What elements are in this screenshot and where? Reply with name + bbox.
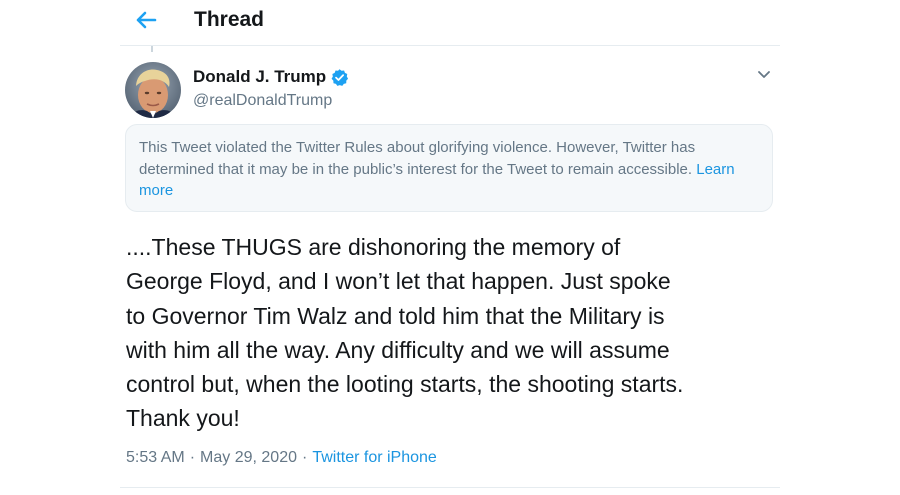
divider — [120, 487, 780, 488]
tweet-menu-button[interactable] — [752, 64, 776, 86]
tweet-text-line: with him all the way. Any difficulty and… — [126, 336, 670, 363]
tweet-text: ....These THUGS are dishonoring the memo… — [126, 230, 786, 436]
tweet-text-line: to Governor Tim Walz and told him that t… — [126, 302, 665, 329]
tweet-text-line: control but, when the looting starts, th… — [126, 371, 684, 398]
profile-photo — [125, 62, 181, 118]
thread-connector-line — [151, 46, 153, 52]
tweet-meta: 5:53 AM · May 29, 2020 · Twitter for iPhone — [126, 447, 437, 469]
back-arrow-icon — [136, 11, 157, 29]
author-handle[interactable]: @realDonaldTrump — [193, 91, 349, 111]
tweet-text-line: ....These THUGS are dishonoring the memo… — [126, 234, 621, 260]
tweet-author: Donald J. Trump @realDonaldTrump — [193, 66, 349, 111]
tweet-source-link[interactable]: Twitter for iPhone — [312, 449, 437, 466]
verified-badge-icon — [331, 68, 349, 86]
thread-header: Thread — [120, 0, 780, 46]
tweet-text-line: Thank you! — [126, 405, 240, 432]
tweet-text-line: George Floyd, and I won’t let that happe… — [126, 268, 671, 295]
avatar[interactable] — [125, 62, 181, 118]
name-row: Donald J. Trump — [193, 66, 349, 88]
meta-separator: · — [189, 449, 196, 466]
tweet-date[interactable]: May 29, 2020 — [200, 449, 297, 466]
chevron-down-icon — [758, 71, 770, 78]
tweet-thread-page: Thread Donald J. Trump @realDonaldTrump … — [0, 0, 900, 495]
tweet-time[interactable]: 5:53 AM — [126, 449, 185, 466]
meta-separator: · — [301, 449, 308, 466]
back-button[interactable] — [130, 4, 162, 36]
page-title: Thread — [194, 8, 265, 31]
rules-violation-notice: This Tweet violated the Twitter Rules ab… — [125, 124, 773, 212]
author-display-name[interactable]: Donald J. Trump — [193, 66, 326, 88]
notice-text: This Tweet violated the Twitter Rules ab… — [139, 139, 696, 178]
